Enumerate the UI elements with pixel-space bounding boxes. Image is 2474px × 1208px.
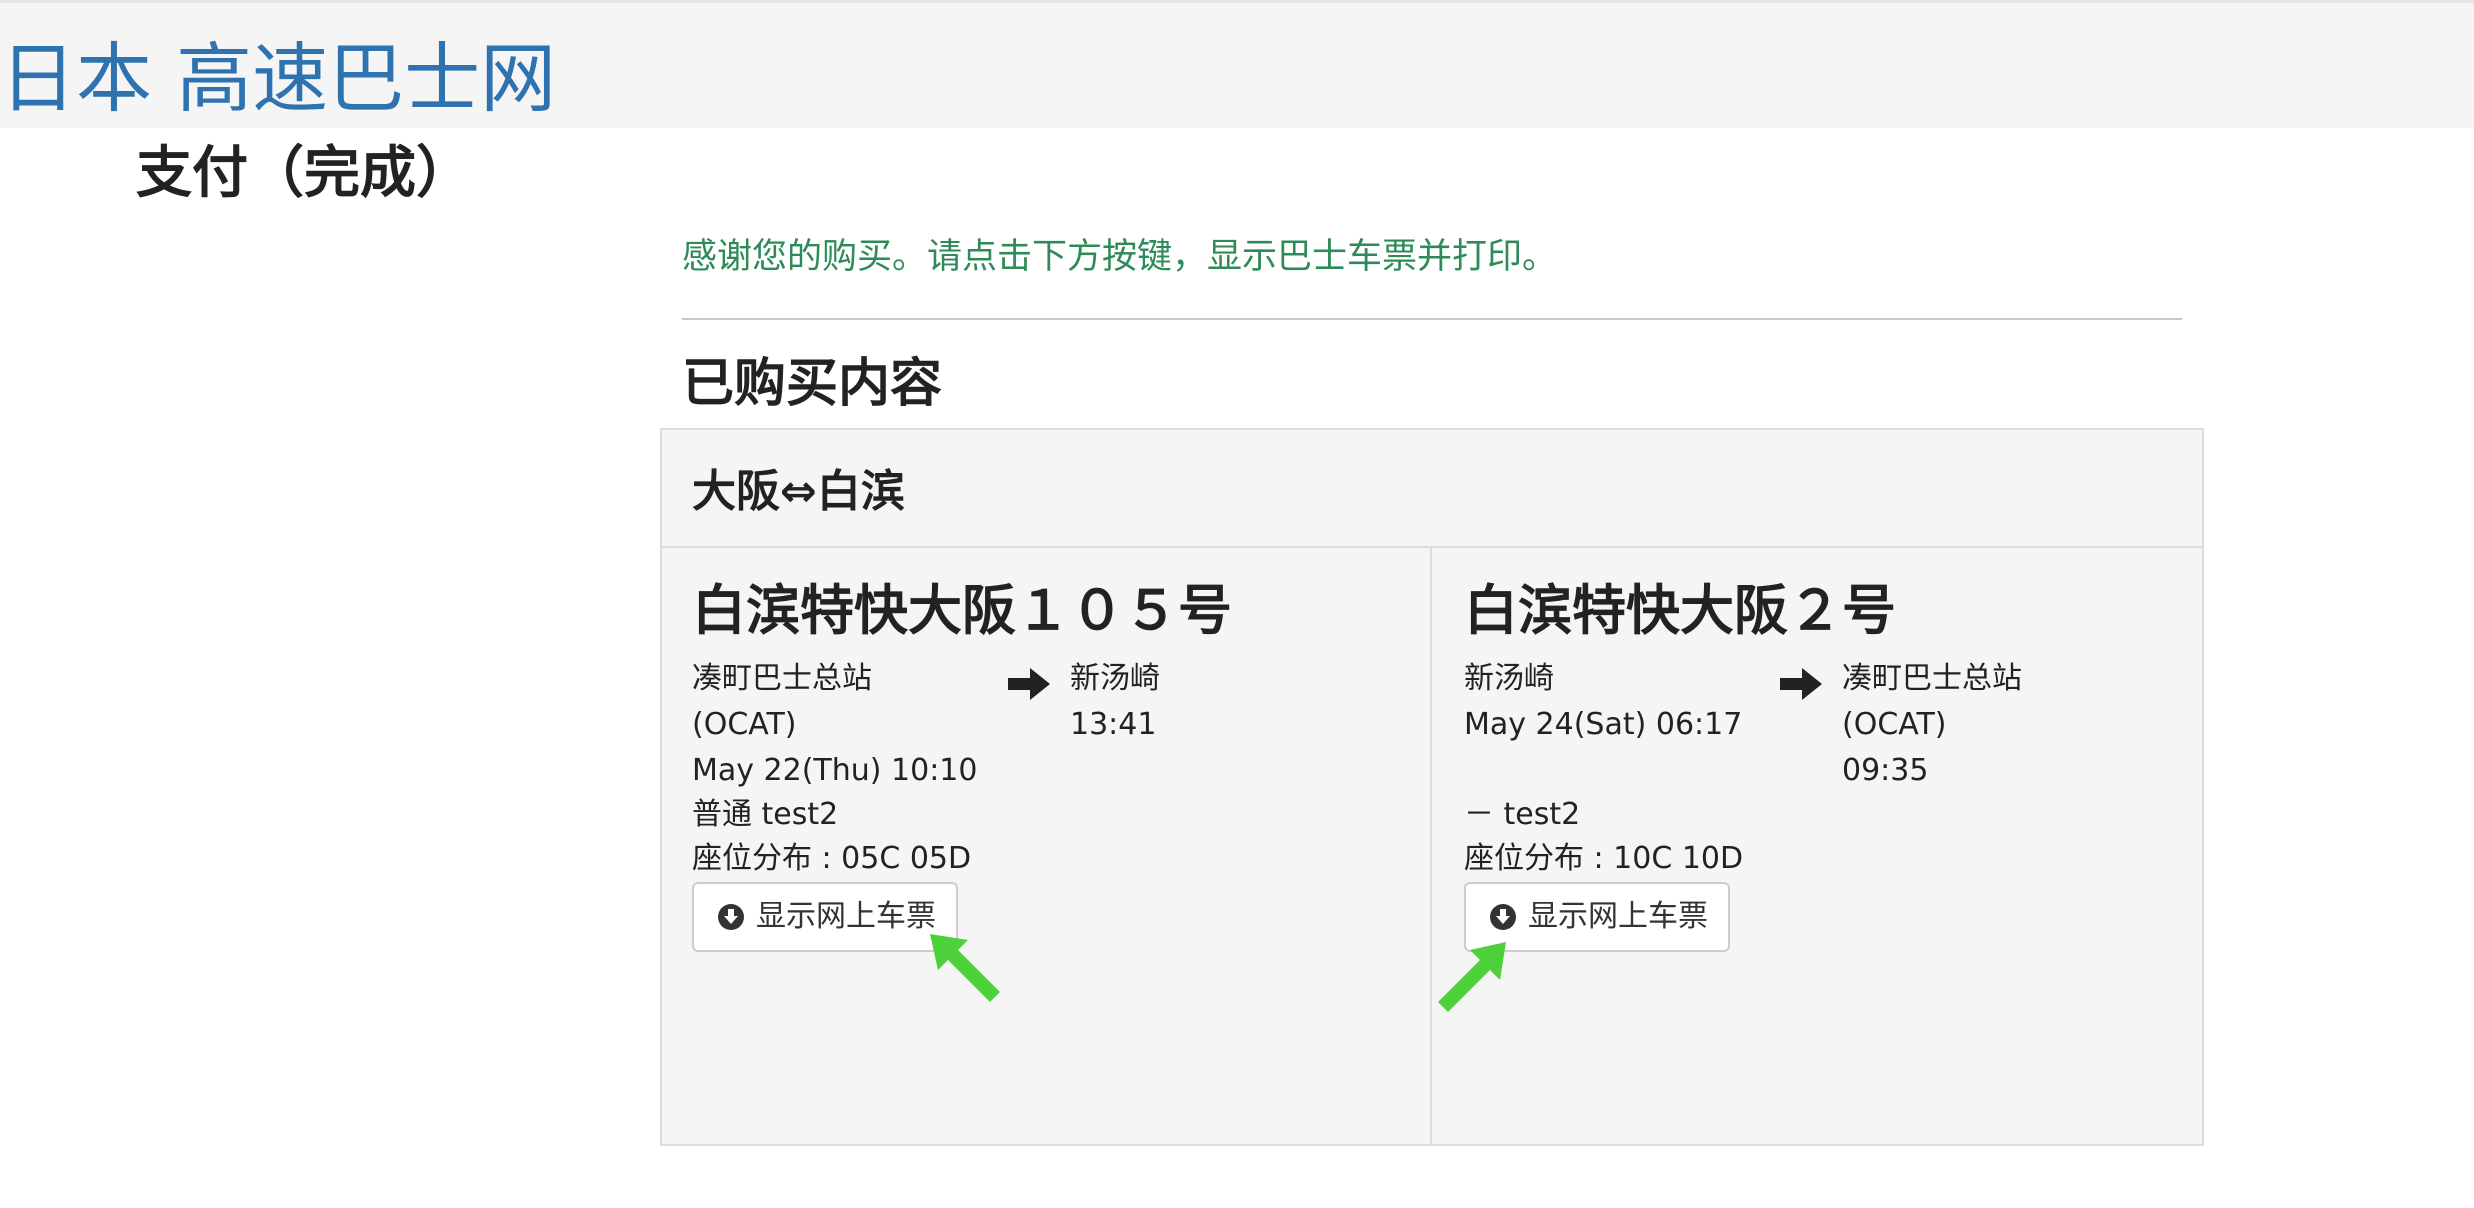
show-eticket-button[interactable]: 显示网上车票: [692, 882, 958, 952]
departure-stop: 新汤崎: [1464, 661, 1554, 696]
departure-stop: 凑町巴士总站: [692, 661, 872, 696]
departure-time: May 24(Sat) 06:17: [1464, 707, 1743, 742]
fare-type: － test2: [1464, 797, 1581, 832]
arrival-stop-code: (OCAT): [1842, 707, 1947, 742]
bus-name: 白滨特快大阪２号: [1464, 579, 1896, 642]
section-title: 已购买内容: [682, 354, 943, 414]
divider: [682, 318, 2182, 320]
site-header: 日本 高速巴士网: [0, 0, 2474, 128]
green-pointer-arrow-icon: [1438, 942, 1506, 1012]
seat-assignment: 座位分布 : 10C 10D: [1464, 841, 1744, 876]
fare-type: 普通 test2: [692, 797, 839, 832]
route-header: 大阪⇔白滨: [662, 430, 2202, 548]
bus-name: 白滨特快大阪１０５号: [692, 579, 1232, 642]
arrival-stop: 凑町巴士总站: [1842, 661, 2022, 696]
arrival-stop: 新汤崎: [1070, 661, 1160, 696]
thanks-message: 感谢您的购买。请点击下方按键，显示巴士车票并打印。: [682, 237, 1558, 277]
trip-card-outbound: 白滨特快大阪１０５号 凑町巴士总站 (OCAT) May 22(Thu) 10:…: [662, 548, 1432, 1144]
arrival-time: 13:41: [1070, 707, 1157, 742]
departure-time: May 22(Thu) 10:10: [692, 753, 978, 788]
download-circle-icon: [1490, 904, 1516, 930]
arrival-time: 09:35: [1842, 753, 1929, 788]
arrow-right-icon: [1008, 668, 1050, 700]
purchase-panel: 大阪⇔白滨 白滨特快大阪１０５号 凑町巴士总站 (OCAT) May 22(Th…: [660, 428, 2204, 1146]
route-title: 大阪⇔白滨: [692, 466, 905, 517]
page: 日本 高速巴士网 支付（完成） 感谢您的购买。请点击下方按键，显示巴士车票并打印…: [0, 0, 2474, 1208]
show-eticket-label: 显示网上车票: [756, 899, 936, 934]
seat-assignment: 座位分布 : 05C 05D: [692, 841, 972, 876]
page-title: 支付（完成）: [136, 141, 472, 206]
arrow-right-icon: [1780, 668, 1822, 700]
download-circle-icon: [718, 904, 744, 930]
green-pointer-arrow-icon: [930, 934, 1000, 1002]
departure-stop-code: (OCAT): [692, 707, 797, 742]
show-eticket-label: 显示网上车票: [1528, 899, 1708, 934]
trip-card-return: 白滨特快大阪２号 新汤崎 May 24(Sat) 06:17 － test2 座…: [1434, 548, 2204, 1144]
site-title[interactable]: 日本 高速巴士网: [0, 41, 556, 117]
